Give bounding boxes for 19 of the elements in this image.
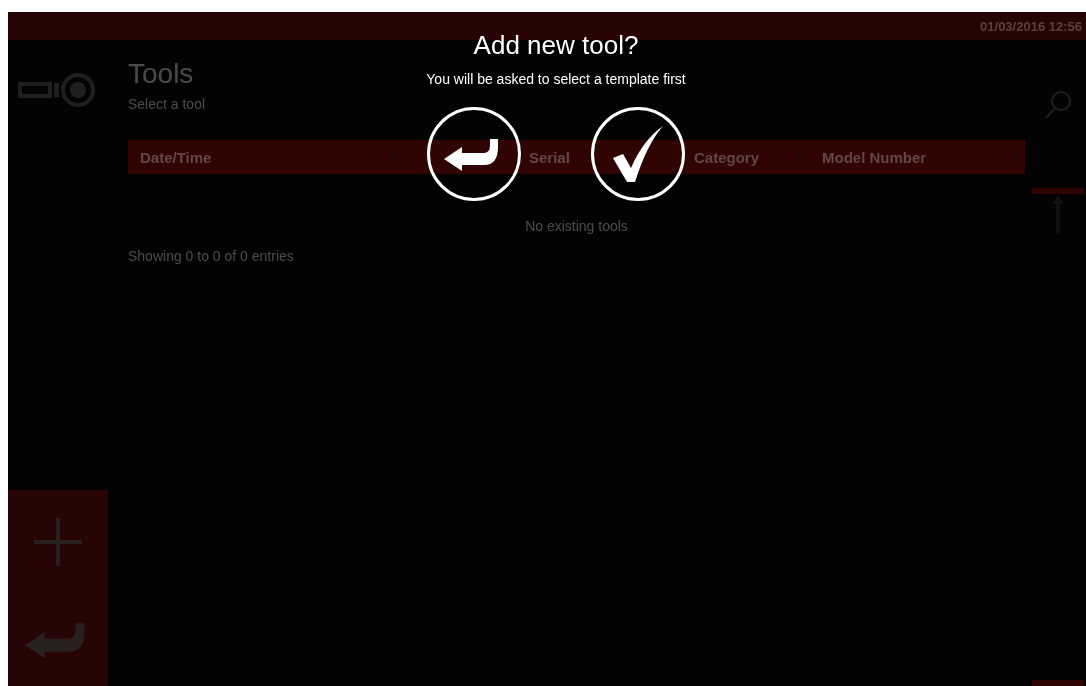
date-time: 01/03/2016 12:56	[980, 18, 1082, 34]
checkmark-icon	[613, 126, 663, 182]
column-header[interactable]: Date/Time	[128, 140, 405, 174]
search-icon[interactable]	[1044, 90, 1072, 120]
sort-icon	[586, 151, 592, 163]
dialog-message: You will be asked to select a template first	[426, 71, 686, 87]
dialog-title: Add new tool?	[473, 30, 639, 61]
column-header[interactable]: Serial	[405, 140, 600, 174]
cancel-button[interactable]	[427, 107, 521, 201]
confirm-button[interactable]	[591, 107, 685, 201]
empty-message: No existing tools	[524, 217, 629, 234]
logo-icon	[18, 72, 98, 108]
page-title: Tools	[128, 58, 194, 90]
plus-icon	[34, 517, 82, 566]
column-header[interactable]: Category	[600, 140, 810, 174]
page-subtitle: Select a tool	[128, 96, 206, 112]
column-header[interactable]: Model Number	[810, 140, 1025, 174]
up-arrow-icon[interactable]	[1052, 194, 1064, 234]
table-info: Showing 0 to 0 of 0 entries	[128, 248, 294, 264]
